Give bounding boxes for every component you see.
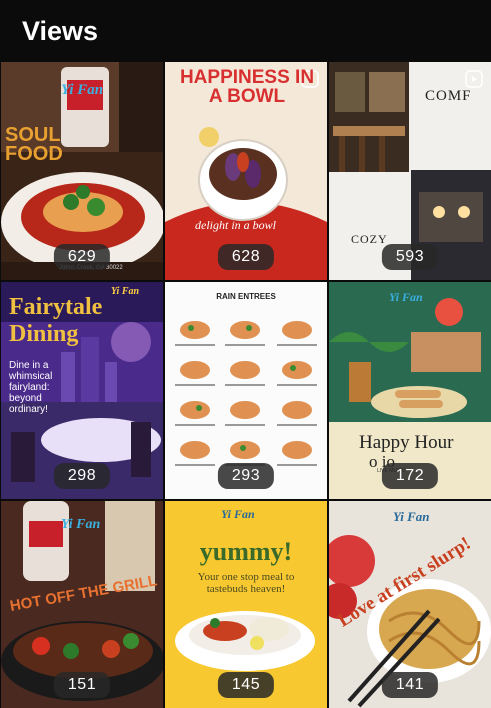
tile-headline: yummy! xyxy=(199,537,293,566)
tile-headline: Fairytale Dining xyxy=(9,294,103,347)
header: Views xyxy=(0,0,491,62)
tile-subtext: Your one stop meal to tastebuds heaven! xyxy=(197,571,295,595)
tile-headline: HAPPINESS IN A BOWL xyxy=(179,67,315,107)
view-count-badge: 628 xyxy=(217,244,275,270)
view-count-badge: 298 xyxy=(53,463,111,489)
video-tile-8[interactable]: Yi Fan yummy! Your one stop meal to tast… xyxy=(165,501,327,708)
view-count-badge: 172 xyxy=(381,463,439,489)
tile-headline: RAIN ENTREES xyxy=(216,292,276,301)
page-title: Views xyxy=(22,15,99,46)
video-tile-9[interactable]: Yi Fan Love at first slurp! 141 xyxy=(329,501,491,708)
view-count-badge: 593 xyxy=(381,244,439,270)
logo-text: Yi Fan xyxy=(393,509,430,524)
video-tile-2[interactable]: HAPPINESS IN A BOWL delight in a bowl 62… xyxy=(165,62,327,280)
tile-top-text: COMF xyxy=(425,88,472,104)
views-grid: SOUL FOOD Yi Fan Johns Creek, GA 30022 6… xyxy=(0,62,491,708)
view-count-badge: 145 xyxy=(217,672,275,698)
video-tile-4[interactable]: Yi Fan Fairytale Dining Dine in a whimsi… xyxy=(1,282,163,499)
video-tile-7[interactable]: Yi Fan HOT OFF THE GRILL 151 xyxy=(1,501,163,708)
video-tile-5[interactable]: RAIN ENTREES 293 xyxy=(165,282,327,499)
tile-bottom-text: COZY xyxy=(351,232,388,246)
tile-headline: SOUL FOOD xyxy=(5,124,63,165)
reel-icon xyxy=(465,70,483,88)
view-count-badge: 141 xyxy=(381,672,439,698)
logo-text: Yi Fan xyxy=(61,517,101,532)
video-tile-6[interactable]: Yi Fan Happy Hour o io LIVE MUSIC 172 xyxy=(329,282,491,499)
logo-text: Yi Fan xyxy=(389,290,423,304)
tile-headline: Happy Hour xyxy=(359,432,454,453)
video-tile-3[interactable]: COMF COZY 593 xyxy=(329,62,491,280)
view-count-badge: 293 xyxy=(217,463,275,489)
view-count-badge: 629 xyxy=(53,244,111,270)
logo-text: Yi Fan xyxy=(61,82,104,98)
logo-text: Yi Fan xyxy=(221,507,255,521)
tile-subtext: Dine in a whimsical fairyland: beyond or… xyxy=(9,360,53,415)
tile-tagline: delight in a bowl xyxy=(195,218,276,232)
video-tile-1[interactable]: SOUL FOOD Yi Fan Johns Creek, GA 30022 6… xyxy=(1,62,163,280)
view-count-badge: 151 xyxy=(53,672,111,698)
